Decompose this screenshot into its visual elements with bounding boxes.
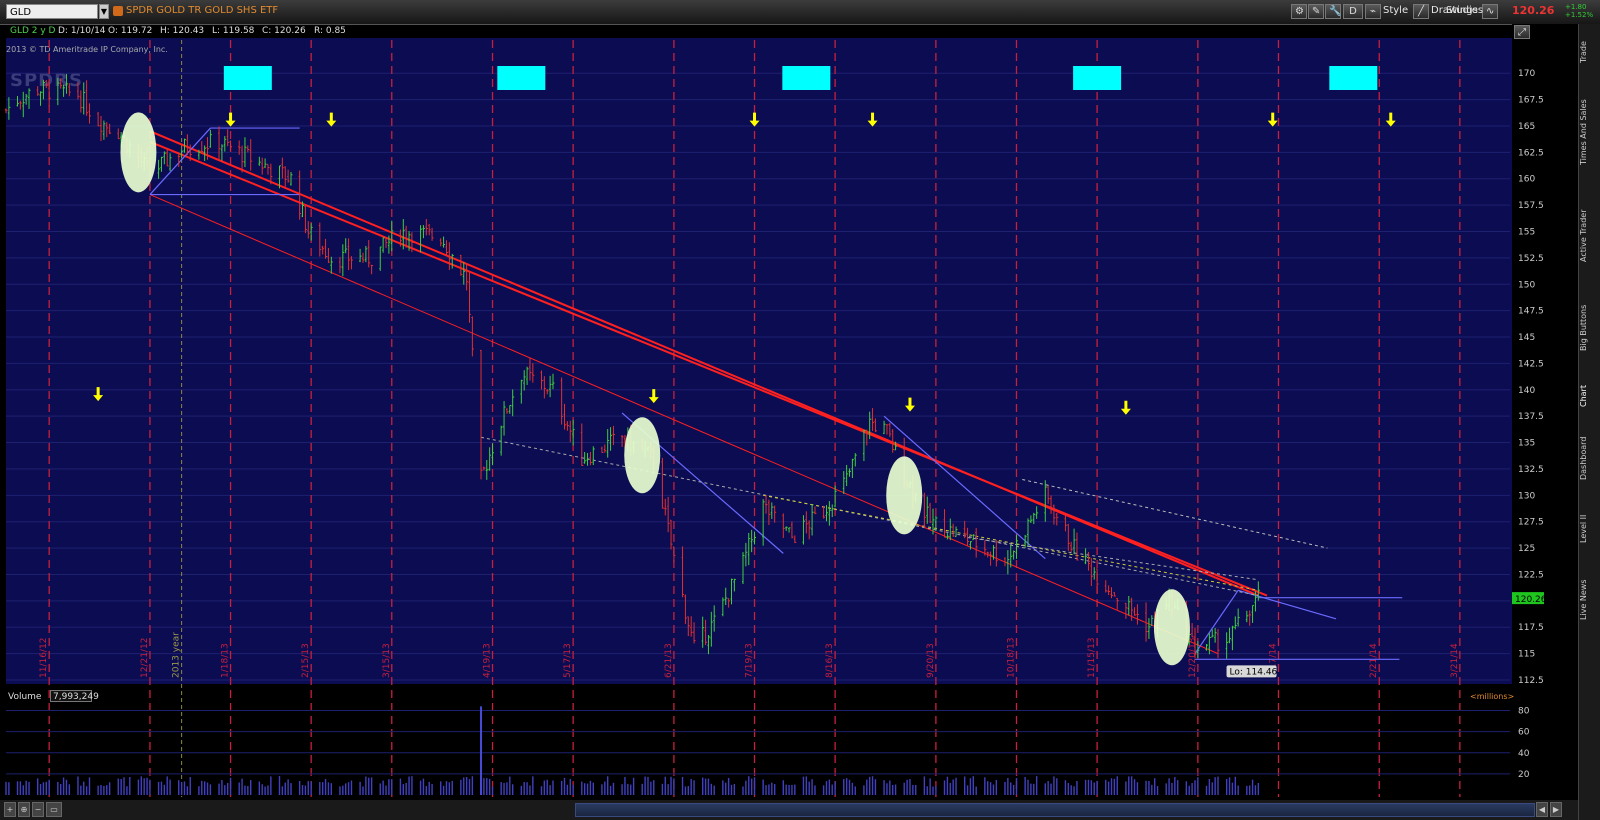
studies-menu[interactable]: Studies (1446, 5, 1483, 16)
price-axis-panel (1512, 24, 1578, 820)
bar-open: O: 119.72 (108, 26, 153, 36)
change-absolute: +1.80 (1565, 3, 1587, 11)
symbol-input[interactable]: GLD (6, 4, 98, 19)
period-label[interactable]: GLD 2 y D (10, 26, 55, 36)
symbol-dropdown-icon[interactable]: ▼ (99, 4, 109, 19)
symbol-description: SPDR GOLD TR GOLD SHS ETF (126, 5, 279, 16)
bar-low: L: 119.58 (212, 26, 255, 36)
bar-range: R: 0.85 (314, 26, 346, 36)
bar-close: C: 120.26 (262, 26, 306, 36)
expand-icon[interactable]: ▭ (46, 802, 62, 817)
side-tab-dashboard[interactable]: Dashboard (1579, 424, 1599, 492)
chart-expand-icon[interactable]: ⤢ (1514, 25, 1530, 39)
aggregation-button[interactable]: D (1343, 4, 1363, 19)
bar-date: D: 1/10/14 (58, 26, 106, 36)
ohlc-info-bar: GLD 2 y D D: 1/10/14 O: 119.72 H: 120.43… (0, 25, 1512, 38)
volume-units: <millions> (1470, 692, 1515, 701)
style-icon[interactable]: ⌁ (1365, 4, 1381, 19)
bar-high: H: 120.43 (160, 26, 205, 36)
drawings-icon[interactable]: ╱ (1413, 4, 1429, 19)
scroll-left-icon[interactable]: ◀ (1536, 802, 1548, 817)
side-tab-live-news[interactable]: Live News (1579, 566, 1599, 634)
side-tab-active-trader[interactable]: Active Trader (1579, 190, 1599, 282)
drawing-tool-icon[interactable]: ✎ (1308, 4, 1324, 19)
side-tab-level-ii[interactable]: Level II (1579, 498, 1599, 560)
company-info-icon[interactable] (113, 6, 123, 16)
copyright-text: 2013 © TD Ameritrade IP Company, Inc. (6, 45, 168, 54)
volume-value: 7,993,249 (50, 690, 99, 702)
volume-label: Volume (8, 692, 42, 702)
style-menu[interactable]: Style (1383, 5, 1408, 16)
scroll-right-icon[interactable]: ▶ (1550, 802, 1562, 817)
studies-icon[interactable]: ∿ (1482, 4, 1498, 19)
zoom-in-icon[interactable]: + (4, 802, 16, 817)
spdr-logo: SPDRS (10, 70, 83, 91)
zoom-fit-icon[interactable]: ⊕ (18, 802, 30, 817)
scrollbar-thumb[interactable] (575, 803, 1535, 817)
wrench-icon[interactable]: 🔧 (1325, 4, 1341, 19)
price-chart-panel[interactable] (6, 38, 1512, 684)
side-tab-big-buttons[interactable]: Big Buttons (1579, 288, 1599, 368)
zoom-out-icon[interactable]: − (32, 802, 44, 817)
side-tab-times-and-sales[interactable]: Times And Sales (1579, 80, 1599, 184)
last-price: 120.26 (1512, 4, 1555, 17)
side-tab-chart[interactable]: Chart (1579, 374, 1599, 418)
change-percent: +1.52% (1565, 11, 1594, 19)
side-tab-trade[interactable]: Trade (1579, 30, 1599, 74)
top-toolbar: GLD ▼ SPDR GOLD TR GOLD SHS ETF ⚙ ✎ 🔧 D … (0, 0, 1600, 25)
chart-settings-icon[interactable]: ⚙ (1291, 4, 1307, 19)
